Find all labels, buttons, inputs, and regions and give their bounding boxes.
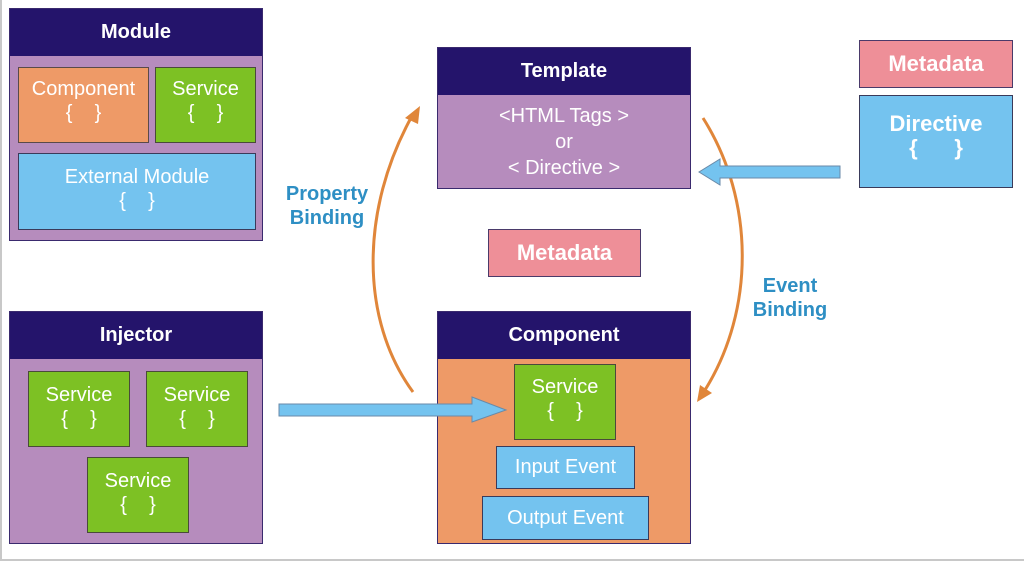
property-binding-arrowhead-icon [405, 106, 420, 124]
directive-to-template-arrow [698, 158, 841, 186]
property-binding-arrow [371, 115, 415, 393]
event-binding-arrow [701, 117, 744, 391]
arrows-layer [278, 106, 841, 423]
event-binding-arrowhead-icon [697, 385, 712, 402]
injector-to-component-arrow [278, 396, 508, 423]
